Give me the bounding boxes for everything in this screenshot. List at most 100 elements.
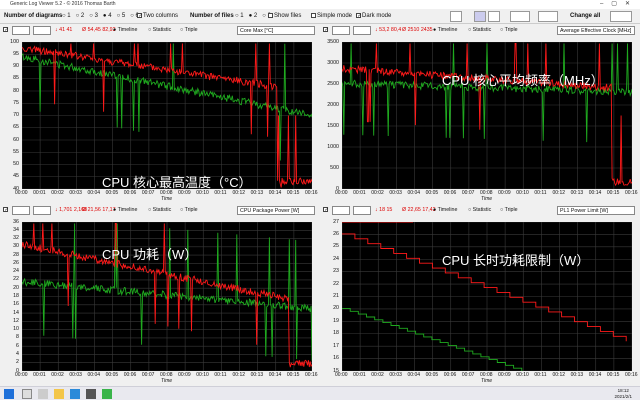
chart-caption: CPU 核心最高温度（°C） (102, 175, 252, 190)
statistic-radio[interactable]: ○ Statistic (148, 24, 171, 36)
x-tick-label: 00:04 (407, 190, 421, 196)
x-tick-label: 00:12 (552, 372, 566, 378)
show-files-checkbox[interactable]: Show files (268, 9, 301, 24)
series-color-green[interactable] (33, 205, 51, 215)
x-tick-label: 00:11 (534, 372, 547, 378)
y-tick-label: 26 (333, 230, 339, 237)
x-axis-title: Time (161, 378, 173, 384)
dark-mode-checkbox[interactable]: Dark mode (356, 9, 391, 24)
x-tick-label: 00:14 (588, 190, 602, 196)
app-icon[interactable] (86, 389, 96, 399)
file-explorer-icon[interactable] (54, 389, 64, 399)
series-color-red[interactable] (12, 205, 30, 215)
y-tick-label: 100 (10, 38, 19, 45)
y-tick-label: 6 (16, 342, 19, 349)
y-tick-label: 85 (13, 75, 19, 82)
diagram-option-5[interactable]: ○ 5 (117, 13, 126, 19)
series-color-green[interactable] (353, 205, 371, 215)
task-view-icon[interactable] (38, 389, 48, 399)
stats-avg: Ø 54,45 82,92 (82, 27, 116, 33)
system-clock[interactable]: 18:12 2021/2/1 (614, 388, 632, 400)
camera-icon[interactable] (450, 11, 462, 22)
chart-canvas[interactable] (22, 42, 312, 189)
x-tick-label: 00:12 (552, 190, 566, 196)
diagram-panel-1: ↓ 41 41 Ø 54,45 82,92● Timeline ○ Statisti… (0, 24, 320, 204)
search-icon[interactable] (22, 389, 32, 399)
y-tick-label: 500 (330, 164, 339, 171)
enable-checkbox[interactable] (3, 204, 9, 216)
sensor-select[interactable]: CPU Package Power [W] (237, 205, 315, 215)
statistic-radio[interactable]: ○ Statistic (468, 24, 491, 36)
x-tick-label: 00:05 (105, 372, 119, 378)
change-all-label: Change all (570, 13, 601, 19)
triple-radio[interactable]: ○ Triple (180, 204, 198, 216)
change-all-dropdown[interactable] (610, 11, 632, 22)
series-color-red[interactable] (12, 25, 30, 35)
x-tick-label: 00:13 (570, 372, 584, 378)
x-tick-label: 00:04 (87, 372, 101, 378)
timeline-radio[interactable]: ● Timeline (113, 24, 137, 36)
statistic-radio[interactable]: ○ Statistic (148, 204, 171, 216)
enable-checkbox[interactable] (323, 204, 329, 216)
diagram-option-3[interactable]: ○ 3 (89, 13, 98, 19)
taskbar: 18:12 2021/2/1 (0, 386, 640, 400)
enable-checkbox[interactable] (3, 24, 9, 36)
y-tick-label: 30 (13, 243, 19, 250)
x-tick-label: 00:07 (141, 372, 155, 378)
y-tick-label: 19 (333, 317, 339, 324)
x-tick-label: 00:10 (516, 372, 529, 378)
x-tick-label: 00:14 (268, 190, 282, 196)
save-icon[interactable] (474, 11, 486, 22)
y-tick-label: 17 (333, 342, 339, 349)
timeline-radio[interactable]: ● Timeline (433, 204, 457, 216)
statistic-radio[interactable]: ○ Statistic (468, 204, 491, 216)
series-color-red[interactable] (332, 205, 350, 215)
simple-mode-checkbox[interactable]: Simple mode (311, 9, 352, 24)
y-tick-label: 22 (13, 276, 19, 283)
y-tick-label: 55 (13, 148, 19, 155)
file-option-2[interactable]: ● 2 (249, 13, 258, 19)
y-tick-label: 70 (13, 112, 19, 118)
enable-checkbox[interactable] (323, 24, 329, 36)
windows-start-icon[interactable] (4, 389, 14, 399)
y-tick-label: 34 (13, 226, 19, 233)
red-series-button[interactable] (510, 11, 530, 22)
two-columns-checkbox[interactable]: Two columns (137, 9, 178, 24)
sensor-select[interactable]: Core Max [°C] (237, 25, 315, 35)
window-controls[interactable]: –▢✕ (600, 0, 638, 9)
chart-canvas[interactable] (342, 222, 632, 371)
x-tick-label: 00:06 (123, 372, 137, 378)
settings-icon[interactable] (488, 11, 500, 22)
timeline-radio[interactable]: ● Timeline (113, 204, 137, 216)
x-tick-label: 00:00 (335, 190, 348, 196)
series-color-green[interactable] (33, 25, 51, 35)
sensor-select[interactable]: PL1 Power Limit [W] (557, 205, 635, 215)
edge-icon[interactable] (70, 389, 80, 399)
triple-radio[interactable]: ○ Triple (500, 204, 518, 216)
x-tick-label: 00:00 (15, 190, 28, 196)
diagram-option-2[interactable]: ○ 2 (76, 13, 85, 19)
y-tick-label: 65 (13, 124, 19, 131)
stats-minmax: ↓ 41 41 (55, 27, 73, 33)
series-color-red[interactable] (332, 25, 350, 35)
x-tick-label: 00:03 (69, 372, 82, 378)
log-viewer-icon[interactable] (102, 389, 112, 399)
triple-radio[interactable]: ○ Triple (180, 24, 198, 36)
x-tick-label: 00:09 (178, 372, 191, 378)
chart-canvas[interactable] (342, 42, 632, 189)
sensor-select[interactable]: Average Effective Clock [MHz] (557, 25, 635, 35)
file-option-1[interactable]: ○ 1 (235, 13, 244, 19)
num-files-label: Number of files (190, 13, 234, 19)
diagram-option-1[interactable]: ○ 1 (62, 13, 71, 19)
x-tick-label: 00:09 (498, 190, 511, 196)
diagram-count-options[interactable]: ○ 1 ○ 2 ○ 3 ● 4 ○ 5 ○ 6 (62, 9, 144, 24)
green-series-button[interactable] (538, 11, 558, 22)
y-tick-label: 2000 (327, 101, 339, 108)
diagram-option-4[interactable]: ● 4 (103, 13, 112, 19)
y-tick-label: 24 (13, 268, 19, 275)
x-tick-label: 00:15 (606, 372, 620, 378)
series-color-green[interactable] (353, 25, 371, 35)
diagram-panel-2: ↓ 53,2 80,4Ø 2510 2435● Timeline ○ Statis… (320, 24, 640, 204)
timeline-radio[interactable]: ● Timeline (433, 24, 457, 36)
triple-radio[interactable]: ○ Triple (500, 24, 518, 36)
